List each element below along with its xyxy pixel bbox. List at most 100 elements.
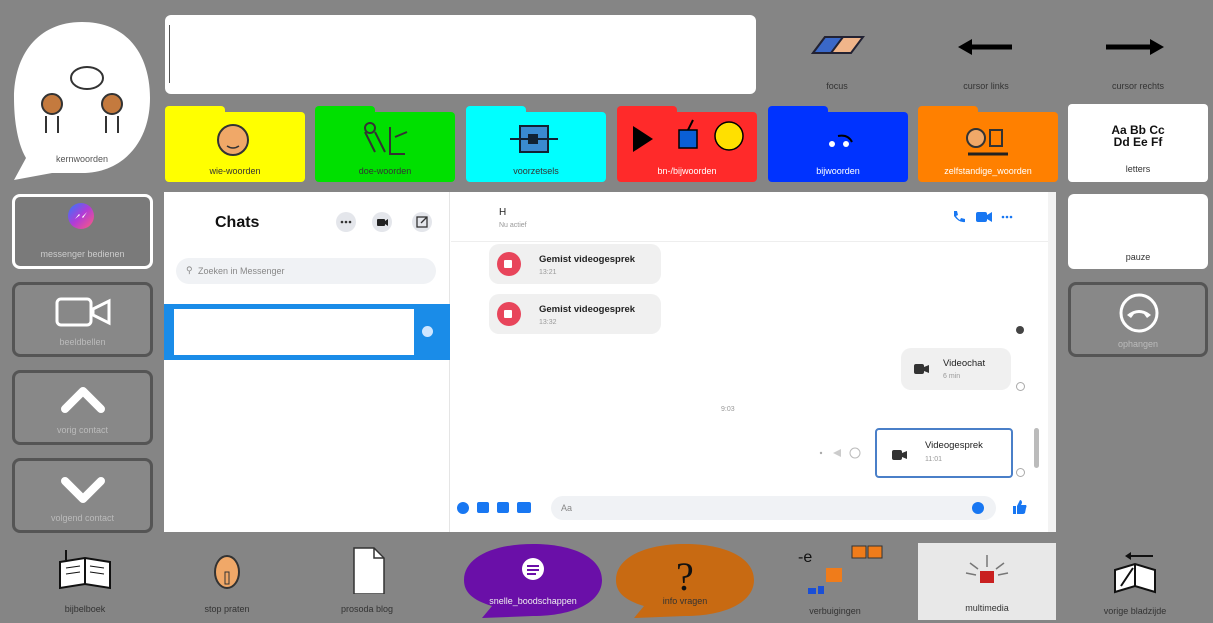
verbuigingen-button[interactable]: -e verbuigingen	[780, 540, 890, 620]
folder-voorzetsels[interactable]: voorzetsels	[466, 106, 606, 182]
info-vragen-button[interactable]: ? info vragen	[614, 540, 756, 620]
compose-placeholder: Aa	[561, 503, 573, 513]
video-plus-icon	[377, 219, 388, 226]
question-bubble-icon: ?	[616, 544, 754, 618]
sticker-icon[interactable]	[497, 502, 509, 513]
letters-label: letters	[1125, 164, 1151, 174]
search-field[interactable]: ⚲ Zoeken in Messenger	[176, 258, 436, 284]
prosoda-blog-button[interactable]: prosoda blog	[322, 540, 412, 620]
shapes-icon	[633, 119, 744, 152]
message-bubble-focused[interactable]: Videogesprek 11:01	[875, 428, 1013, 478]
folder-bijwoorden[interactable]: bijwoorden	[768, 106, 908, 182]
button-label: volgend contact	[50, 513, 115, 523]
timestamp-divider: 9:03	[721, 406, 735, 413]
emoji-icon[interactable]	[972, 502, 984, 514]
new-message-button[interactable]	[412, 212, 432, 232]
message-title: Videogesprek	[925, 440, 983, 451]
messenger-bedienen-button[interactable]: messenger bedienen	[12, 194, 153, 269]
message-actions-icon[interactable]	[817, 446, 867, 460]
message-title: Gemist videogesprek	[539, 304, 636, 315]
cursor-left-button[interactable]: cursor links	[932, 15, 1040, 95]
folder-label: zelfstandige_woorden	[944, 166, 1032, 176]
chat-row-selected[interactable]	[164, 304, 450, 360]
bijbelboek-button[interactable]: bijbelboek	[40, 540, 130, 620]
message-bubble[interactable]: Gemist videogesprek 13:21	[489, 244, 661, 284]
inflection-icon: -e	[798, 545, 883, 594]
pauze-button[interactable]: pauze	[1068, 194, 1208, 269]
video-camera-icon	[55, 297, 111, 327]
bottom-label: prosoda blog	[340, 604, 394, 614]
kernwoorden-label: kernwoorden	[55, 154, 109, 164]
bottom-label: verbuigingen	[809, 606, 861, 616]
open-book-icon	[59, 550, 111, 590]
beeldbellen-button[interactable]: beeldbellen	[12, 282, 153, 357]
multimedia-button[interactable]: multimedia	[918, 543, 1056, 620]
arrow-right-icon	[1106, 39, 1164, 55]
message-text-field[interactable]	[165, 15, 756, 94]
snelle-boodschappen-button[interactable]: snelle_boodschappen	[462, 540, 604, 620]
bottom-label: stop praten	[204, 604, 250, 614]
search-icon: ⚲	[186, 265, 193, 275]
speech-bubble-icon	[464, 544, 602, 618]
bottom-label: bijbelboek	[64, 604, 106, 614]
more-info-icon[interactable]	[999, 209, 1015, 225]
kernwoorden-button[interactable]: kernwoorden	[12, 18, 152, 180]
cursor-right-button[interactable]: cursor rechts	[1084, 15, 1192, 95]
gif-icon[interactable]	[517, 502, 531, 513]
text-caret	[169, 25, 170, 83]
vorig-contact-button[interactable]: vorig contact	[12, 370, 153, 445]
vorige-bladzijde-button[interactable]: vorige bladzijde	[1075, 540, 1195, 620]
page-back-icon	[1114, 552, 1156, 594]
stop-praten-button[interactable]: stop praten	[182, 540, 272, 620]
video-icon	[914, 364, 929, 374]
chevron-up-icon	[61, 387, 105, 413]
thumbs-up-icon[interactable]	[1011, 498, 1029, 516]
new-room-button[interactable]	[372, 212, 392, 232]
hang-up-icon	[1119, 293, 1159, 333]
plus-icon[interactable]	[457, 502, 469, 514]
contact-status: Nu actief	[499, 222, 527, 229]
focus-label: focus	[826, 81, 848, 91]
button-label: ophangen	[1117, 339, 1159, 349]
folder-label: wie-woorden	[209, 166, 261, 176]
focus-button[interactable]: focus	[783, 15, 891, 95]
folder-wie-woorden[interactable]: wie-woorden	[165, 106, 305, 182]
phone-icon[interactable]	[951, 209, 967, 225]
message-time: 13:32	[539, 319, 557, 326]
read-status-icon	[422, 326, 433, 337]
compose-input[interactable]: Aa	[551, 496, 996, 520]
folder-bn-bijwoorden[interactable]: bn-/bijwoorden	[617, 106, 757, 182]
video-call-icon[interactable]	[974, 209, 994, 225]
composer-bar: Aa	[451, 488, 1056, 532]
missed-video-icon	[497, 302, 521, 326]
ophangen-button[interactable]: ophangen	[1068, 282, 1208, 357]
image-icon[interactable]	[477, 502, 489, 513]
ellipsis-icon	[340, 220, 352, 224]
messenger-window: Chats ⚲ Zoeken in Messenger H Nu actief …	[164, 192, 1056, 532]
bottom-label: info vragen	[662, 596, 708, 606]
letters-sample: Aa Bb Cc Dd Ee Ff	[1111, 123, 1165, 149]
face-finger-icon	[214, 555, 240, 589]
chat-list-panel: Chats ⚲ Zoeken in Messenger	[164, 192, 450, 532]
cursor-left-label: cursor links	[963, 81, 1009, 91]
chats-title: Chats	[215, 214, 260, 231]
conversation-panel: H Nu actief Gemist videogesprek 13:21 Ge…	[451, 192, 1056, 532]
folder-doe-woorden[interactable]: doe-woorden	[315, 106, 455, 182]
missed-video-icon	[497, 252, 521, 276]
action-icon	[364, 122, 408, 155]
bottom-label: multimedia	[965, 603, 1009, 613]
scrollbar-thumb[interactable]	[1034, 428, 1039, 468]
eraser-icon	[811, 36, 865, 54]
letters-button[interactable]: Aa Bb Cc Dd Ee Ff letters	[1068, 104, 1208, 182]
message-time: 11:01	[925, 456, 942, 463]
message-bubble[interactable]: Videochat 6 min	[901, 348, 1011, 390]
folder-label: bijwoorden	[816, 166, 860, 176]
volgend-contact-button[interactable]: volgend contact	[12, 458, 153, 533]
search-placeholder: Zoeken in Messenger	[198, 266, 285, 276]
folder-zelfstandige-woorden[interactable]: zelfstandige_woorden	[918, 106, 1058, 182]
message-bubble[interactable]: Gemist videogesprek 13:32	[489, 294, 661, 334]
arrow-left-icon	[958, 39, 1012, 55]
window-scrollbar[interactable]	[1048, 192, 1056, 532]
more-options-button[interactable]	[336, 212, 356, 232]
chat-row-content	[174, 309, 414, 355]
